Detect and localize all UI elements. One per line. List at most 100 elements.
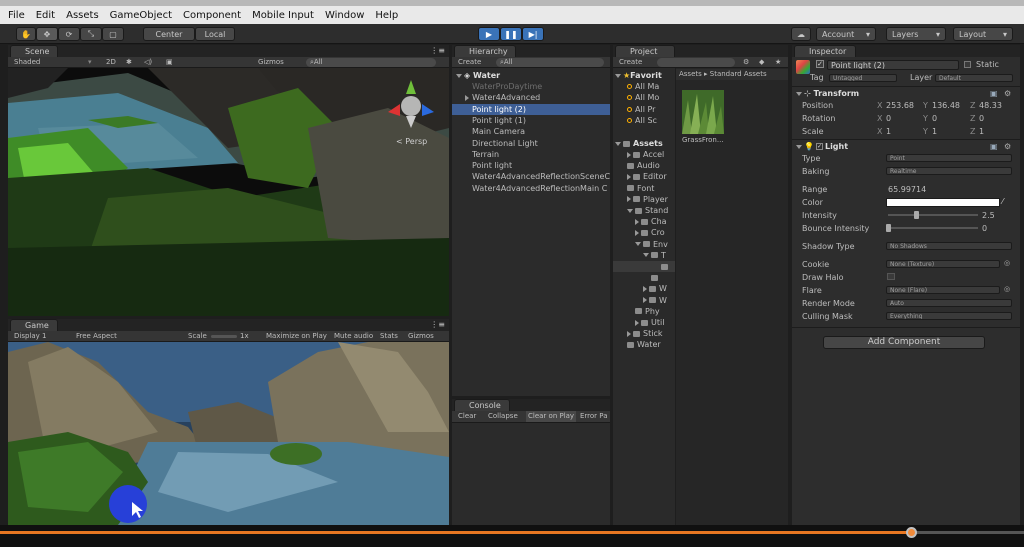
favorites-header[interactable]: ★Favorit [615,70,662,81]
asset-folder-item[interactable]: Cha [635,216,667,227]
render-mode-dropdown[interactable]: Auto [886,299,1012,307]
expand-arrow-icon[interactable] [635,242,641,247]
console-clear-button[interactable]: Clear [458,411,476,422]
pivot-local-button[interactable]: Local [195,27,235,41]
asset-folder-item[interactable] [651,272,661,283]
hierarchy-item[interactable]: Water4AdvancedReflectionMain C [452,183,610,194]
scene-viewport[interactable]: < Persp [8,68,449,316]
lighting-toggle-icon[interactable]: ✱ [126,57,132,68]
menu-file[interactable]: File [8,10,25,21]
light-enabled-checkbox[interactable]: ✓ [815,143,823,150]
collapsed-arrow-icon[interactable] [643,285,647,292]
asset-folder-item[interactable]: Phy [635,306,660,317]
bounce-slider-track[interactable] [888,227,978,229]
help-book-icon[interactable]: ▣ [990,89,998,98]
asset-folder-item[interactable]: Water [627,339,661,350]
step-button[interactable]: ▶| [522,27,544,41]
draw-halo-checkbox[interactable] [887,273,895,280]
assets-root-row[interactable]: Assets [615,138,663,149]
maximize-on-play-toggle[interactable]: Maximize on Play [266,331,327,342]
hierarchy-item[interactable]: Point light (1) [452,115,610,126]
layer-dropdown[interactable]: Default [935,74,1013,82]
menu-window[interactable]: Window [325,10,364,21]
rotation-x-field[interactable]: 0 [886,114,891,124]
help-book-icon[interactable]: ▣ [990,142,998,151]
shadow-type-dropdown[interactable]: No Shadows [886,242,1012,250]
favorite-search-item[interactable]: All Pr [627,104,655,115]
scale-tool-button[interactable]: ⤡ [80,27,102,41]
position-y-field[interactable]: 136.48 [932,101,960,111]
layout-dropdown[interactable]: Layout ▾ [953,27,1013,41]
rotation-y-field[interactable]: 0 [932,114,937,124]
bounce-slider-thumb[interactable] [886,224,891,232]
favorite-star-icon[interactable]: ★ [775,57,781,68]
console-log-area[interactable] [452,423,610,525]
range-field[interactable]: 65.99714 [888,184,926,195]
intensity-slider-track[interactable] [888,214,978,216]
hierarchy-item[interactable]: Water4Advanced [452,92,610,103]
asset-folder-item[interactable]: T [643,250,666,261]
hierarchy-item[interactable]: Point light [452,160,610,171]
collapsed-arrow-icon[interactable] [627,330,631,337]
hierarchy-item[interactable]: Water4AdvancedReflectionSceneC [452,171,610,182]
asset-folder-item[interactable]: Util [635,317,664,328]
stats-toggle[interactable]: Stats [380,331,398,342]
filter-by-type-icon[interactable]: ⚙ [743,57,749,68]
game-gizmos-dropdown[interactable]: Gizmos [408,331,434,342]
menu-mobile-input[interactable]: Mobile Input [252,10,314,21]
scale-x-field[interactable]: 1 [886,127,891,137]
asset-folder-item[interactable]: Font [627,183,654,194]
shading-mode-dropdown[interactable]: Shaded [14,57,40,68]
cookie-object-field[interactable]: None (Texture) [886,260,1000,268]
console-error-pause-toggle[interactable]: Error Pa [580,411,607,422]
intensity-slider-thumb[interactable] [913,211,919,219]
favorite-search-item[interactable]: All Ma [627,81,659,92]
tab-scene[interactable]: Scene [10,45,58,57]
asset-folder-item[interactable]: W [643,295,667,306]
asset-folder-item[interactable]: Cro [635,227,665,238]
bounce-intensity-field[interactable]: 0 [982,223,987,234]
asset-folder-item[interactable]: Stand [627,205,668,216]
collapsed-arrow-icon[interactable] [635,319,639,326]
flare-object-field[interactable]: None (Flare) [886,286,1000,294]
aspect-dropdown[interactable]: Free Aspect [76,331,117,342]
scale-slider[interactable] [211,335,237,338]
color-swatch[interactable] [886,198,1000,207]
collapsed-arrow-icon[interactable] [635,218,639,225]
layers-dropdown[interactable]: Layers ▾ [886,27,946,41]
panel-menu-icon[interactable]: ⋮≡ [430,320,445,329]
hierarchy-item[interactable]: Point light (2) [452,103,610,115]
add-component-button[interactable]: Add Component [823,336,985,349]
object-picker-icon[interactable]: ◎ [1004,259,1010,267]
asset-folder-item[interactable]: Player [627,194,668,205]
collapsed-arrow-icon[interactable] [627,196,631,203]
effects-toggle-icon[interactable]: ▣ [166,57,173,68]
static-checkbox[interactable] [964,61,971,68]
expand-arrow-icon[interactable] [643,253,649,258]
component-gear-icon[interactable]: ⚙ [1004,89,1011,98]
asset-folder-item[interactable]: Stick [627,328,662,339]
scene-gizmos-dropdown[interactable]: Gizmos [258,57,284,68]
hierarchy-item[interactable]: Directional Light [452,138,610,149]
cloud-button[interactable]: ☁ [791,27,811,41]
pivot-center-button[interactable]: Center [143,27,195,41]
hierarchy-search-input[interactable]: ⌕All [496,58,604,67]
tab-hierarchy[interactable]: Hierarchy [454,45,516,57]
hierarchy-item[interactable]: WaterProDaytime [452,81,610,92]
audio-toggle-icon[interactable]: ◁) [144,57,152,68]
collapsed-arrow-icon[interactable] [635,229,639,236]
collapsed-arrow-icon[interactable] [643,297,647,304]
rect-tool-button[interactable]: ▢ [102,27,124,41]
game-viewport[interactable] [8,342,449,525]
breadcrumb-standard-assets[interactable]: Standard Assets [710,70,767,78]
active-checkbox[interactable]: ✓ [816,60,824,68]
scale-z-field[interactable]: 1 [979,127,984,137]
position-x-field[interactable]: 253.68 [886,101,914,111]
expand-arrow-icon[interactable] [627,208,633,213]
intensity-field[interactable]: 2.5 [982,210,995,221]
culling-mask-dropdown[interactable]: Everything [886,312,1012,320]
tab-game[interactable]: Game [10,319,58,331]
account-dropdown[interactable]: Account ▾ [816,27,876,41]
collapsed-arrow-icon[interactable] [627,151,631,158]
collapsed-arrow-icon[interactable] [465,95,469,102]
